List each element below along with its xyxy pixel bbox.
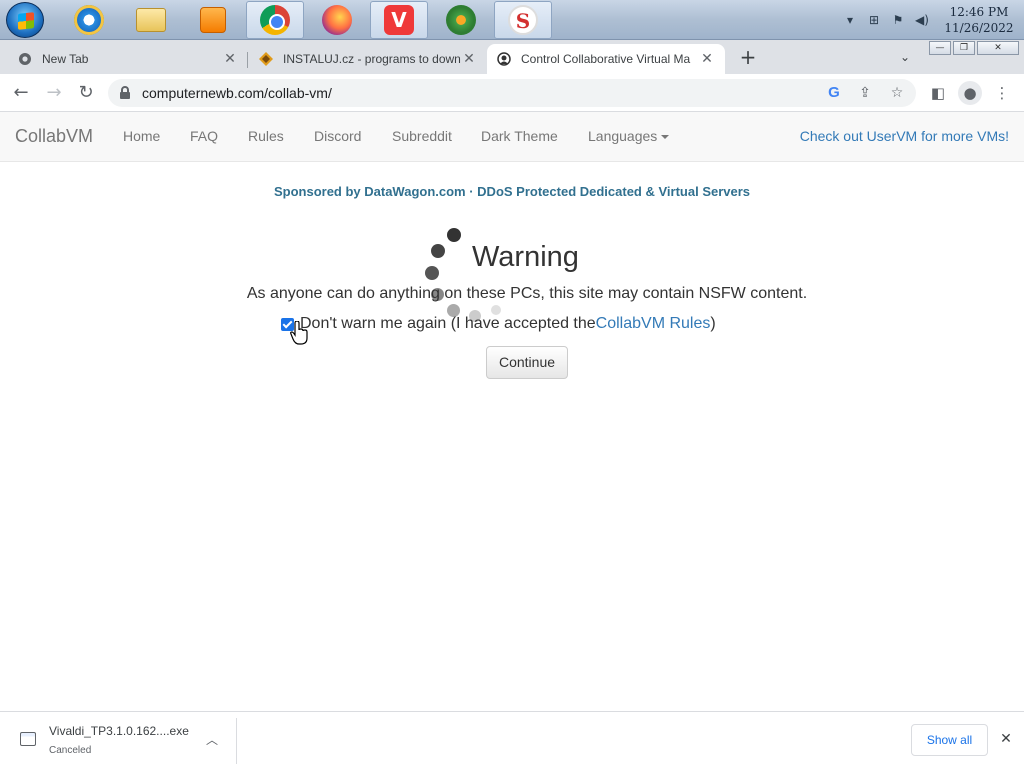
windows-explorer-icon (136, 8, 166, 32)
shelf-divider (236, 718, 237, 764)
download-status: Canceled (49, 745, 92, 756)
minimize-button[interactable]: — (929, 41, 951, 55)
new-tab-button[interactable]: + (737, 46, 759, 68)
nav-subreddit[interactable]: Subreddit (392, 128, 452, 144)
windows-explorer-taskbar-button[interactable] (122, 1, 180, 39)
volume-icon[interactable]: ◀) (914, 12, 930, 28)
close-icon[interactable]: ✕ (997, 730, 1015, 748)
windows-taskbar: ▾ ⊞ ⚑ ◀) 12:46 PM 11/26/2022 (0, 0, 1024, 40)
url-text[interactable]: computernewb.com/collab-vm/ (142, 85, 332, 101)
nav-faq[interactable]: FAQ (190, 128, 218, 144)
profile-avatar-icon[interactable]: ● (958, 81, 982, 105)
collabvm-favicon-icon (497, 52, 511, 66)
browser-tab-strip: New Tab ✕ INSTALUJ.cz - programs to down… (0, 40, 1024, 74)
uservm-link[interactable]: Check out UserVM for more VMs! (800, 128, 1009, 144)
back-arrow-icon[interactable]: ← (9, 81, 33, 105)
tab-title: Control Collaborative Virtual Ma (521, 52, 691, 66)
checkbox-label: Don't warn me again (I have accepted the (300, 315, 596, 332)
tab-close-icon[interactable]: ✕ (461, 51, 477, 67)
media-player-icon (200, 7, 226, 33)
tray-expand-icon[interactable]: ▾ (842, 12, 858, 28)
window-close-button[interactable]: ✕ (977, 41, 1019, 55)
lock-icon[interactable] (120, 86, 130, 99)
tab-collabvm[interactable]: Control Collaborative Virtual Ma ✕ (487, 44, 725, 74)
browser-toolbar: ← → ↻ computernewb.com/collab-vm/ G ⇪ ☆ … (0, 74, 1024, 112)
sponsor-banner[interactable]: Sponsored by DataWagon.com · DDoS Protec… (0, 184, 1024, 199)
tab-close-icon[interactable]: ✕ (222, 51, 238, 67)
show-all-button[interactable]: Show all (911, 724, 988, 756)
action-center-flag-icon[interactable]: ⚑ (890, 12, 906, 28)
reload-icon[interactable]: ↻ (74, 81, 98, 105)
download-file-name[interactable]: Vivaldi_TP3.1.0.162....exe (49, 724, 189, 738)
share-icon[interactable]: ⇪ (855, 83, 875, 103)
firefox-icon (322, 5, 352, 35)
s-app-icon (508, 5, 538, 35)
maximize-button[interactable]: ❐ (953, 41, 975, 55)
address-bar[interactable]: computernewb.com/collab-vm/ G ⇪ ☆ (108, 79, 916, 107)
nav-languages-label: Languages (588, 128, 658, 144)
tab-separator (247, 52, 248, 68)
caret-down-icon (661, 135, 670, 140)
icq-taskbar-button[interactable] (432, 1, 490, 39)
nav-discord[interactable]: Discord (314, 128, 361, 144)
tab-instaluj[interactable]: INSTALUJ.cz - programs to down ✕ (249, 44, 487, 74)
chrome-icon (260, 5, 290, 35)
internet-explorer-taskbar-button[interactable] (60, 1, 118, 39)
google-translate-icon[interactable]: G (824, 83, 844, 103)
download-file-icon (20, 732, 36, 746)
nav-rules[interactable]: Rules (248, 128, 284, 144)
site-navbar: CollabVM Home FAQ Rules Discord Subreddi… (0, 112, 1024, 162)
system-tray: ▾ ⊞ ⚑ ◀) 12:46 PM 11/26/2022 (838, 0, 1024, 40)
internet-explorer-icon (74, 5, 104, 35)
chevron-up-icon[interactable]: ︿ (204, 732, 220, 748)
firefox-taskbar-button[interactable] (308, 1, 366, 39)
start-button[interactable] (6, 2, 44, 38)
s-app-taskbar-button[interactable] (494, 1, 552, 39)
bookmark-star-icon[interactable]: ☆ (887, 83, 907, 103)
checkbox-label-end: ) (710, 315, 716, 332)
clock-time: 12:46 PM (949, 5, 1009, 19)
page-content: Sponsored by DataWagon.com · DDoS Protec… (0, 163, 1024, 711)
nav-dark-theme[interactable]: Dark Theme (481, 128, 558, 144)
clock-date: 11/26/2022 (944, 21, 1014, 35)
loading-spinner-icon (420, 225, 510, 325)
chrome-favicon-icon (19, 53, 31, 65)
download-shelf: Vivaldi_TP3.1.0.162....exe Canceled ︿ Sh… (0, 711, 1024, 768)
site-brand[interactable]: CollabVM (15, 126, 93, 147)
nav-languages-dropdown[interactable]: Languages (588, 128, 670, 144)
warning-message: As anyone can do anything on these PCs, … (246, 285, 808, 302)
nav-home[interactable]: Home (123, 128, 160, 144)
tab-title: New Tab (42, 52, 89, 66)
dont-warn-checkbox-row[interactable]: Don't warn me again (I have accepted the… (281, 315, 716, 333)
collabvm-rules-link[interactable]: CollabVM Rules (596, 315, 711, 333)
tab-search-chevron-down-icon[interactable]: ⌄ (896, 48, 914, 66)
chrome-taskbar-button[interactable] (246, 1, 304, 39)
menu-kebab-icon[interactable]: ⋮ (990, 81, 1014, 105)
media-player-taskbar-button[interactable] (184, 1, 242, 39)
tab-title: INSTALUJ.cz - programs to down (283, 52, 461, 66)
network-icon[interactable]: ⊞ (866, 12, 882, 28)
vivaldi-taskbar-button[interactable] (370, 1, 428, 39)
instaluj-favicon-icon (259, 52, 273, 66)
system-clock[interactable]: 12:46 PM 11/26/2022 (934, 4, 1024, 36)
vivaldi-icon (384, 5, 414, 35)
tab-close-icon[interactable]: ✕ (699, 51, 715, 67)
icq-icon (446, 5, 476, 35)
side-panel-icon[interactable]: ◧ (926, 81, 950, 105)
tab-new-tab[interactable]: New Tab ✕ (8, 44, 248, 74)
warning-title: Warning (472, 241, 579, 273)
hand-pointer-cursor-icon (290, 321, 308, 345)
forward-arrow-icon[interactable]: → (42, 81, 66, 105)
continue-button[interactable]: Continue (486, 346, 568, 379)
